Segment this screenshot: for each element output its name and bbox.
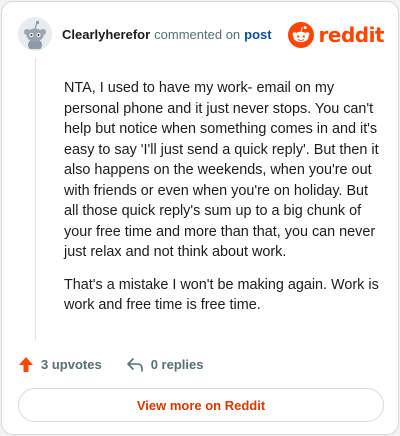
comment-paragraph: That's a mistake I won't be making again…	[64, 276, 379, 314]
post-link[interactable]: post	[244, 27, 271, 42]
upvote-arrow-icon	[19, 357, 33, 372]
thread-line	[35, 58, 36, 340]
view-more-button[interactable]: View more on Reddit	[18, 388, 384, 422]
upvote-button[interactable]: 3 upvotes	[18, 356, 102, 373]
snoo-avatar-icon	[20, 19, 50, 49]
comment-action-text: commented on	[154, 26, 241, 42]
reply-arrow-icon	[126, 357, 143, 372]
reddit-snoo-icon	[287, 22, 314, 48]
comment-paragraph: NTA, I used to have my work- email on my…	[64, 80, 379, 260]
view-more-label: View more on Reddit	[136, 397, 266, 413]
comment-header: Clearlyherefor commented on post reddit	[18, 14, 385, 54]
embedded-comment-card: Clearlyherefor commented on post reddit …	[1, 1, 399, 435]
comment-meta: Clearlyherefor commented on post	[62, 27, 272, 42]
comment-footer: 3 upvotes 0 replies	[18, 356, 203, 373]
comment-body: NTA, I used to have my work- email on my…	[64, 78, 382, 328]
reply-button[interactable]: 0 replies	[126, 357, 204, 373]
reply-count: 0 replies	[150, 357, 204, 372]
reddit-wordmark: reddit	[318, 23, 385, 47]
upvote-count: 3 upvotes	[41, 357, 102, 372]
username[interactable]: Clearlyherefor	[62, 27, 150, 42]
user-avatar[interactable]	[18, 17, 52, 51]
reddit-logo[interactable]: reddit	[287, 22, 385, 48]
